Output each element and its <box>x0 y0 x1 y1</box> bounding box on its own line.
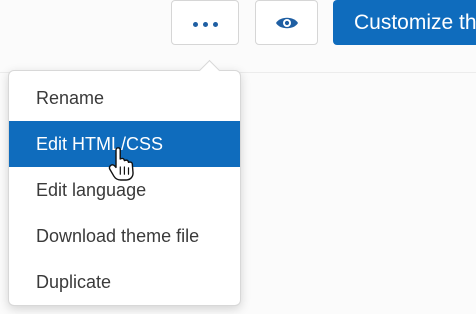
menu-item-download-theme-file[interactable]: Download theme file <box>9 213 240 259</box>
menu-item-edit-language[interactable]: Edit language <box>9 167 240 213</box>
more-horizontal-icon <box>192 22 218 27</box>
menu-item-edit-html-css[interactable]: Edit HTML/CSS <box>9 121 240 167</box>
more-actions-button[interactable] <box>171 0 239 45</box>
menu-item-rename[interactable]: Rename <box>9 75 240 121</box>
more-actions-dropdown: Rename Edit HTML/CSS Edit language Downl… <box>8 70 241 306</box>
menu-item-duplicate[interactable]: Duplicate <box>9 259 240 305</box>
eye-icon <box>275 17 298 28</box>
customize-theme-button[interactable]: Customize th <box>333 0 476 45</box>
top-toolbar: Customize th <box>0 0 476 62</box>
preview-button[interactable] <box>255 0 318 45</box>
